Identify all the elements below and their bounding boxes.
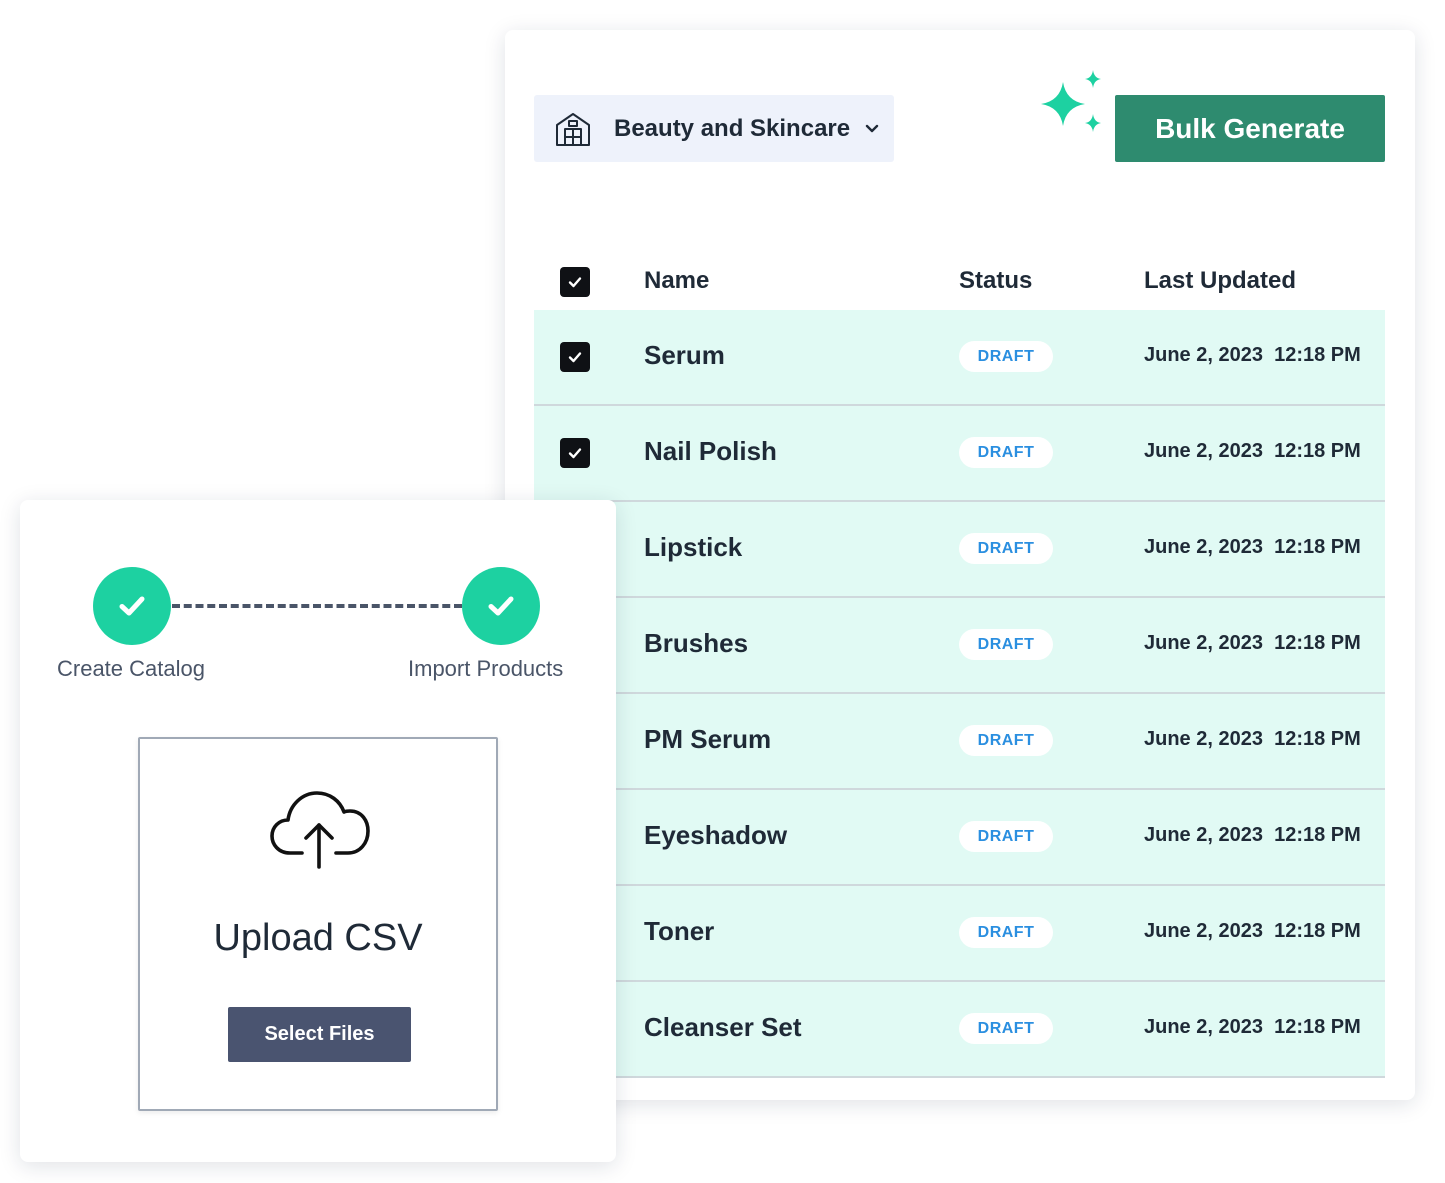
column-header-status[interactable]: Status bbox=[959, 267, 1032, 295]
step-label-import-products: Import Products bbox=[408, 656, 564, 681]
step-import-products-complete bbox=[462, 567, 540, 645]
select-all-checkbox[interactable] bbox=[560, 267, 590, 297]
column-header-name[interactable]: Name bbox=[644, 267, 709, 295]
table-row[interactable]: PM Serum DRAFT June 2, 2023 12:18 PM bbox=[534, 694, 1385, 790]
product-name[interactable]: Serum bbox=[644, 340, 725, 371]
table-row[interactable]: Toner DRAFT June 2, 2023 12:18 PM bbox=[534, 886, 1385, 982]
last-updated: June 2, 2023 12:18 PM bbox=[1144, 1016, 1361, 1038]
catalog-panel: Beauty and Skincare Bulk Generate Name S… bbox=[505, 30, 1415, 1100]
product-name[interactable]: Nail Polish bbox=[644, 436, 777, 467]
product-name[interactable]: Lipstick bbox=[644, 532, 742, 563]
table-row[interactable]: Eyeshadow DRAFT June 2, 2023 12:18 PM bbox=[534, 790, 1385, 886]
status-badge: DRAFT bbox=[959, 725, 1053, 756]
upload-panel: Create Catalog Import Products Upload CS… bbox=[20, 500, 616, 1162]
upload-title: Upload CSV bbox=[213, 917, 423, 959]
product-name[interactable]: Cleanser Set bbox=[644, 1012, 802, 1043]
status-badge: DRAFT bbox=[959, 341, 1053, 372]
last-updated: June 2, 2023 12:18 PM bbox=[1144, 536, 1361, 558]
table-row[interactable]: Cleanser Set DRAFT June 2, 2023 12:18 PM bbox=[534, 982, 1385, 1078]
status-badge: DRAFT bbox=[959, 1013, 1053, 1044]
last-updated: June 2, 2023 12:18 PM bbox=[1144, 344, 1361, 366]
store-icon bbox=[556, 112, 590, 146]
status-badge: DRAFT bbox=[959, 629, 1053, 660]
table-header: Name Status Last Updated bbox=[534, 255, 1385, 310]
status-badge: DRAFT bbox=[959, 437, 1053, 468]
row-checkbox[interactable] bbox=[560, 438, 590, 468]
progress-stepper: Create Catalog Import Products bbox=[20, 500, 616, 700]
last-updated: June 2, 2023 12:18 PM bbox=[1144, 824, 1361, 846]
product-name[interactable]: Eyeshadow bbox=[644, 820, 787, 851]
checkmark-icon bbox=[119, 596, 145, 616]
cloud-upload-icon bbox=[270, 791, 370, 869]
status-badge: DRAFT bbox=[959, 533, 1053, 564]
status-badge: DRAFT bbox=[959, 917, 1053, 948]
last-updated: June 2, 2023 12:18 PM bbox=[1144, 728, 1361, 750]
step-create-catalog-complete bbox=[93, 567, 171, 645]
bulk-generate-button[interactable]: Bulk Generate bbox=[1115, 95, 1385, 162]
product-name[interactable]: Brushes bbox=[644, 628, 748, 659]
chevron-down-icon bbox=[865, 124, 879, 132]
last-updated: June 2, 2023 12:18 PM bbox=[1144, 920, 1361, 942]
checkmark-icon bbox=[568, 277, 582, 288]
catalog-dropdown-label: Beauty and Skincare bbox=[614, 114, 851, 142]
select-files-button[interactable]: Select Files bbox=[228, 1007, 411, 1062]
column-header-last-updated[interactable]: Last Updated bbox=[1144, 267, 1296, 295]
table-row[interactable]: Brushes DRAFT June 2, 2023 12:18 PM bbox=[534, 598, 1385, 694]
product-name[interactable]: Toner bbox=[644, 916, 714, 947]
last-updated: June 2, 2023 12:18 PM bbox=[1144, 632, 1361, 654]
step-label-create-catalog: Create Catalog bbox=[57, 656, 205, 681]
step-connector bbox=[172, 604, 462, 608]
last-updated: June 2, 2023 12:18 PM bbox=[1144, 440, 1361, 462]
status-badge: DRAFT bbox=[959, 821, 1053, 852]
catalog-dropdown[interactable]: Beauty and Skincare bbox=[534, 95, 894, 162]
table-row[interactable]: Nail Polish DRAFT June 2, 2023 12:18 PM bbox=[534, 406, 1385, 502]
file-drop-zone[interactable]: Upload CSV Select Files bbox=[138, 737, 498, 1111]
table-row[interactable]: Lipstick DRAFT June 2, 2023 12:18 PM bbox=[534, 502, 1385, 598]
table-row[interactable]: Serum DRAFT June 2, 2023 12:18 PM bbox=[534, 310, 1385, 406]
sparkles-icon bbox=[1041, 70, 1101, 132]
checkmark-icon bbox=[568, 448, 582, 459]
checkmark-icon bbox=[568, 352, 582, 363]
row-checkbox[interactable] bbox=[560, 342, 590, 372]
product-name[interactable]: PM Serum bbox=[644, 724, 771, 755]
product-table: Serum DRAFT June 2, 2023 12:18 PM Nail P… bbox=[534, 310, 1385, 1078]
checkmark-icon bbox=[488, 596, 514, 616]
